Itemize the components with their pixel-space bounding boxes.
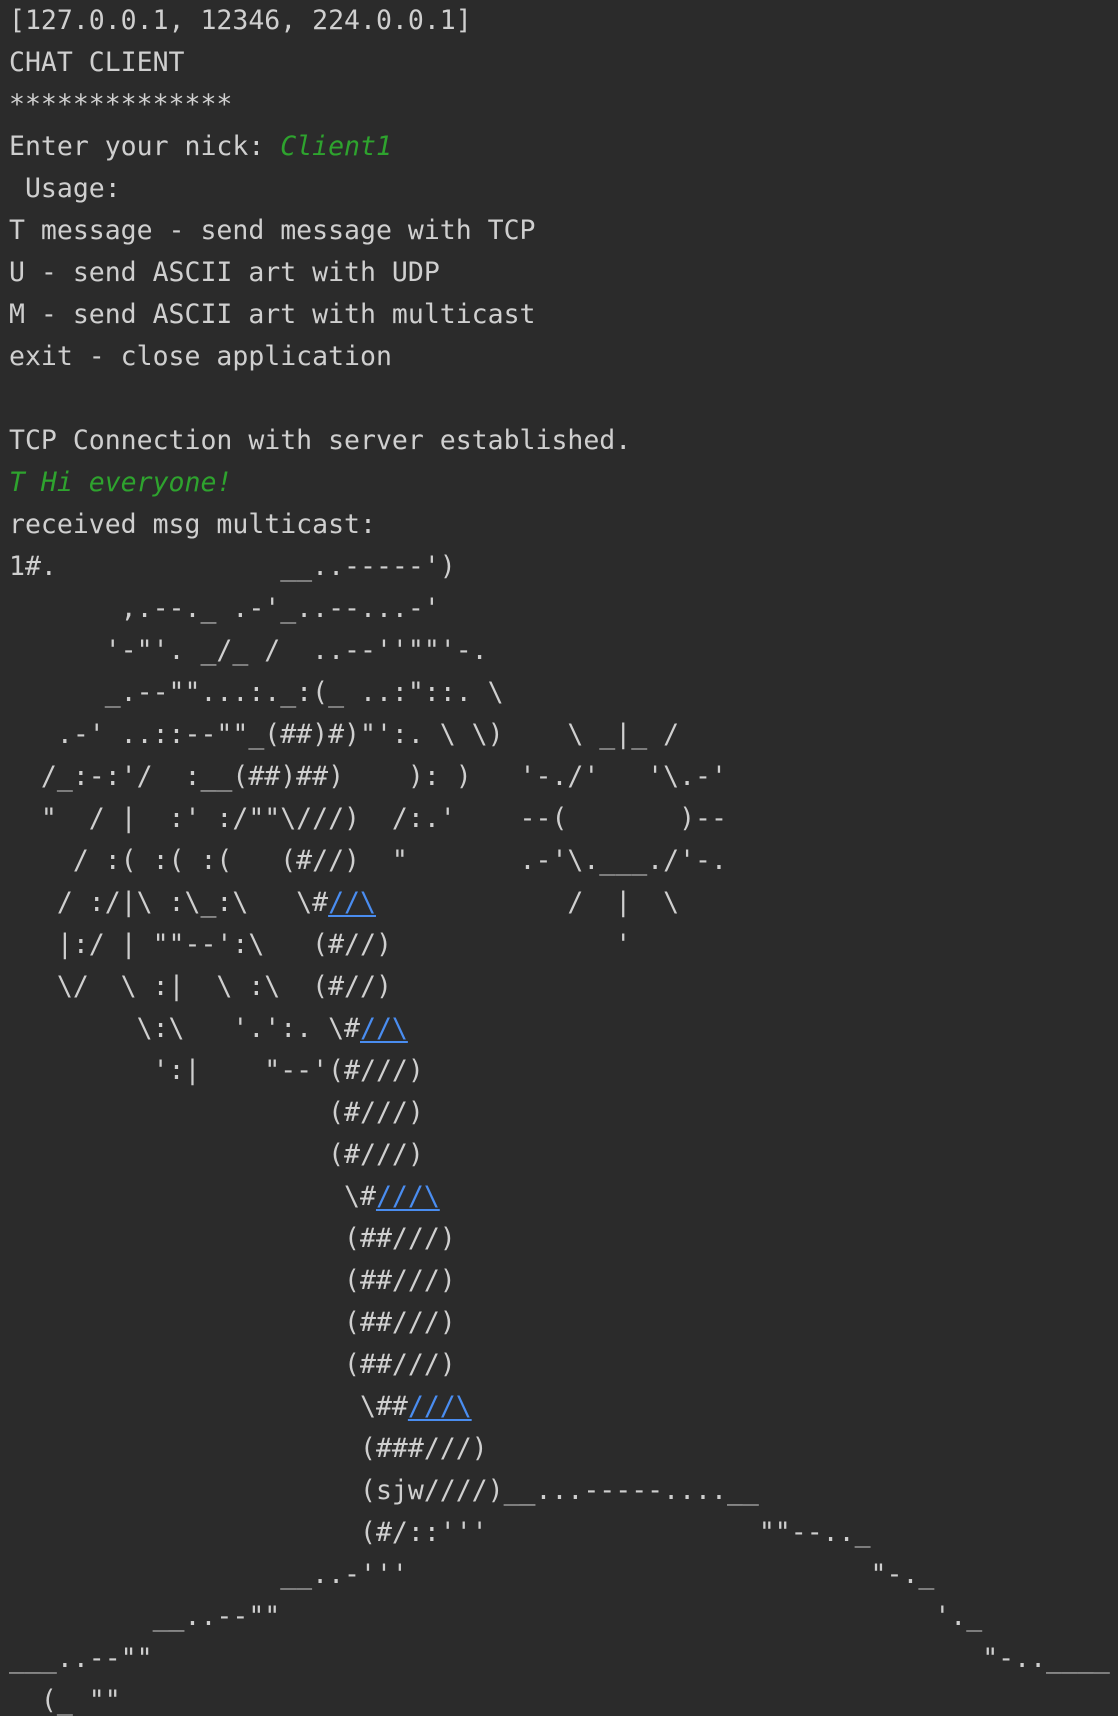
console-hyperlink[interactable]: //\ (360, 1013, 408, 1044)
console-text: (##///) (9, 1349, 456, 1380)
console-text: (##///) (9, 1307, 456, 1338)
console-hyperlink[interactable]: //\ (328, 887, 376, 918)
console-line: (_ "" (9, 1680, 1118, 1716)
console-text: /_:-:'/ :__(##)##) ): ) '-./' '\.-' (9, 761, 727, 792)
console-line: / :( :( :( (#//) " .-'\.___./'-. (9, 840, 1118, 882)
console-line: \:\ '.':. \#//\ (9, 1008, 1118, 1050)
console-text: Enter your nick: (9, 131, 281, 162)
console-line: exit - close application (9, 336, 1118, 378)
console-line: U - send ASCII art with UDP (9, 252, 1118, 294)
console-text: 1#. __..-----') (9, 551, 456, 582)
console-text: __..-''' "-._ (9, 1559, 935, 1590)
console-text: \# (9, 1181, 376, 1212)
console-text: U - send ASCII art with UDP (9, 257, 440, 288)
console-line: T message - send message with TCP (9, 210, 1118, 252)
console-text: (###///) (9, 1433, 488, 1464)
console-text: \:\ '.':. \# (9, 1013, 360, 1044)
console-text: '-"'. _/_ / ..--''""'-. (9, 635, 488, 666)
console-text: (##///) (9, 1223, 456, 1254)
console-line: __..-''' "-._ (9, 1554, 1118, 1596)
console-line: ,.--._ .-'_..--...-' (9, 588, 1118, 630)
console-text: ,.--._ .-'_..--...-' (9, 593, 440, 624)
console-text: / :( :( :( (#//) " .-'\.___./'-. (9, 845, 727, 876)
console-text: (_ "" (9, 1685, 121, 1716)
console-line: _.--""...:._:(_ ..:"::. \ (9, 672, 1118, 714)
console-text: / :/|\ :\_:\ \# (9, 887, 329, 918)
console-text: \## (9, 1391, 408, 1422)
console-text: ___..--"" "-..____ (9, 1643, 1110, 1674)
console-output[interactable]: [127.0.0.1, 12346, 224.0.0.1] CHAT CLIENT… (0, 0, 1118, 1716)
console-line: M - send ASCII art with multicast (9, 294, 1118, 336)
console-line: \/ \ :| \ :\ (#//) (9, 966, 1118, 1008)
console-text: (sjw////)__...-----....__ (9, 1475, 759, 1506)
console-line: (sjw////)__...-----....__ (9, 1470, 1118, 1512)
console-line: TCP Connection with server established. (9, 420, 1118, 462)
console-text: ************** (9, 89, 233, 120)
console-line: (##///) (9, 1302, 1118, 1344)
console-text: [127.0.0.1, 12346, 224.0.0.1] (9, 5, 472, 36)
console-line: received msg multicast: (9, 504, 1118, 546)
console-line: __..--"" '._ (9, 1596, 1118, 1638)
console-text: T message - send message with TCP (9, 215, 536, 246)
console-line: '-"'. _/_ / ..--''""'-. (9, 630, 1118, 672)
console-line: ':| "--'(#///) (9, 1050, 1118, 1092)
console-text: __..--"" '._ (9, 1601, 983, 1632)
console-line: |:/ | ""--':\ (#//) ' (9, 924, 1118, 966)
console-text: ':| "--'(#///) (9, 1055, 424, 1086)
console-line: / :/|\ :\_:\ \#//\ / | \ (9, 882, 1118, 924)
console-line: 1#. __..-----') (9, 546, 1118, 588)
console-text: TCP Connection with server established. (9, 425, 632, 456)
console-user-input: T Hi everyone! (9, 467, 233, 498)
console-user-input: Client1 (280, 131, 392, 162)
console-line: ************** (9, 84, 1118, 126)
console-text: _.--""...:._:(_ ..:"::. \ (9, 677, 504, 708)
console-line: (###///) (9, 1428, 1118, 1470)
console-line: \#///\ (9, 1176, 1118, 1218)
console-text: CHAT CLIENT (9, 47, 185, 78)
console-line: (#///) (9, 1092, 1118, 1134)
console-text: " / | :' :/""\///) /:.' --( )-- (9, 803, 727, 834)
console-line: Enter your nick: Client1 (9, 126, 1118, 168)
console-text: (#/::''' ""--.._ (9, 1517, 871, 1548)
console-text: (#///) (9, 1139, 424, 1170)
console-text: (#///) (9, 1097, 424, 1128)
console-line: (##///) (9, 1344, 1118, 1386)
console-text: \/ \ :| \ :\ (#//) (9, 971, 392, 1002)
console-text: |:/ | ""--':\ (#//) ' (9, 929, 632, 960)
console-line: /_:-:'/ :__(##)##) ): ) '-./' '\.-' (9, 756, 1118, 798)
console-line: (#/::''' ""--.._ (9, 1512, 1118, 1554)
console-line: (##///) (9, 1218, 1118, 1260)
console-text: M - send ASCII art with multicast (9, 299, 536, 330)
console-line: T Hi everyone! (9, 462, 1118, 504)
console-line: \##///\ (9, 1386, 1118, 1428)
console-line: ___..--"" "-..____ (9, 1638, 1118, 1680)
console-hyperlink[interactable]: ///\ (376, 1181, 440, 1212)
console-text: .-' ..::--""_(##)#)"':. \ \) \ _|_ / (9, 719, 680, 750)
console-text: / | \ (375, 887, 680, 918)
console-line: [127.0.0.1, 12346, 224.0.0.1] (9, 0, 1118, 42)
console-text: Usage: (9, 173, 121, 204)
console-line: (#///) (9, 1134, 1118, 1176)
console-line: Usage: (9, 168, 1118, 210)
console-text: received msg multicast: (9, 509, 376, 540)
console-line: CHAT CLIENT (9, 42, 1118, 84)
console-line: (##///) (9, 1260, 1118, 1302)
console-text: (##///) (9, 1265, 456, 1296)
console-line: .-' ..::--""_(##)#)"':. \ \) \ _|_ / (9, 714, 1118, 756)
console-text: exit - close application (9, 341, 392, 372)
console-hyperlink[interactable]: ///\ (408, 1391, 472, 1422)
console-line: " / | :' :/""\///) /:.' --( )-- (9, 798, 1118, 840)
